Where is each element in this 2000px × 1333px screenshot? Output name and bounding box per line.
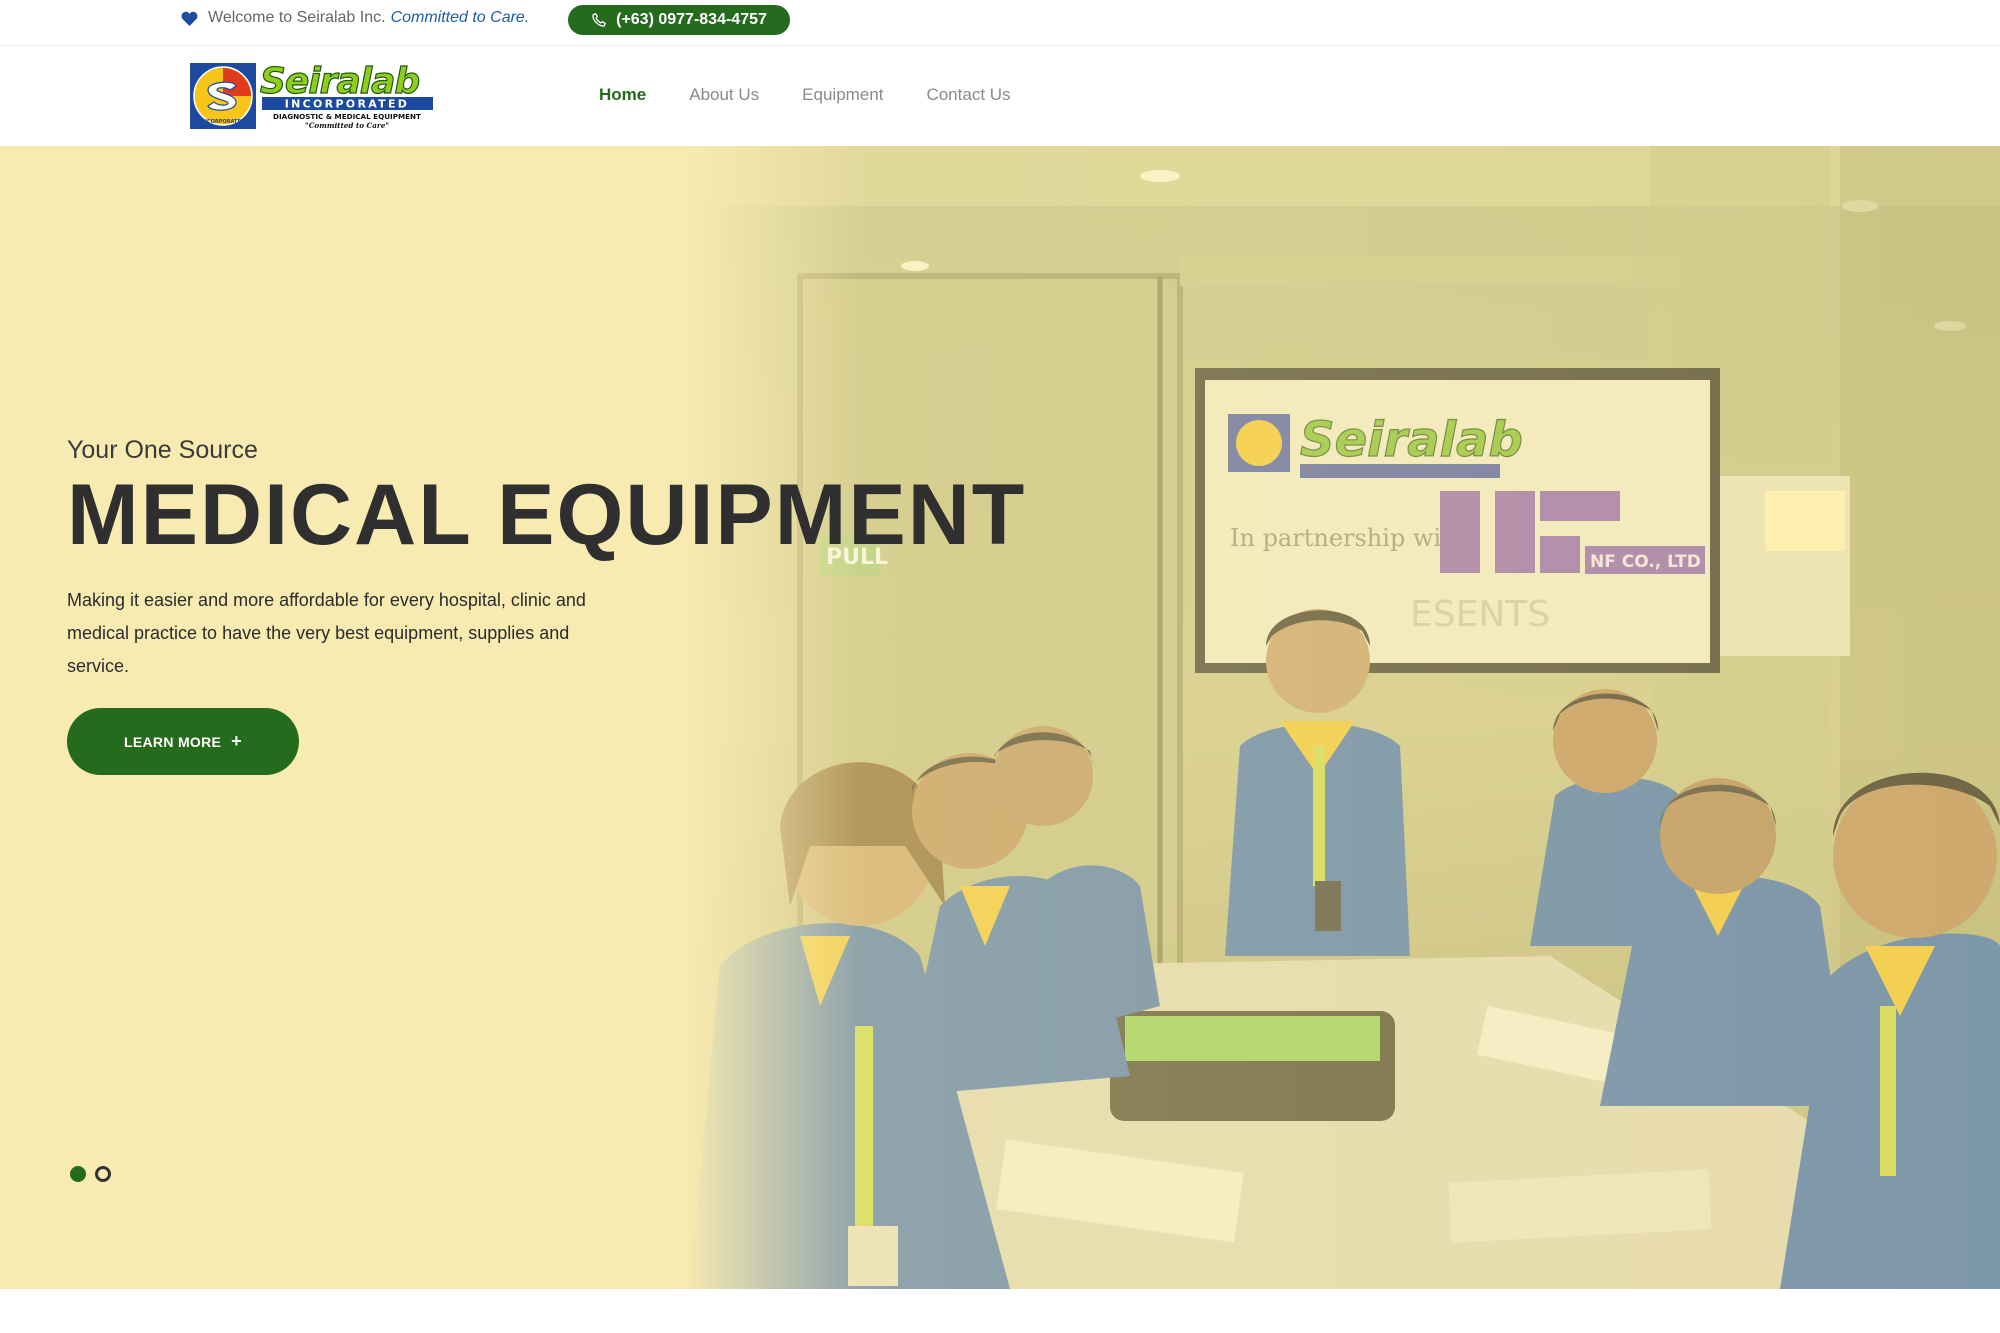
- phone-number: (+63) 0977-834-4757: [616, 11, 767, 28]
- slider-pagination: [70, 1166, 111, 1182]
- hero-lead: Making it easier and more affordable for…: [67, 590, 586, 676]
- main-nav: Home About Us Equipment Contact Us: [599, 85, 1054, 105]
- hero-headline: MEDICAL EQUIPMENT: [67, 467, 1027, 563]
- welcome-text: Welcome to Seiralab Inc.: [208, 9, 386, 26]
- svg-text:DIAGNOSTIC & MEDICAL EQUIPMENT: DIAGNOSTIC & MEDICAL EQUIPMENT: [273, 112, 421, 121]
- svg-text:INCORPORATED: INCORPORATED: [201, 119, 245, 125]
- welcome-message: Welcome to Seiralab Inc. Committed to Ca…: [181, 8, 529, 28]
- seiralab-logo[interactable]: INCORPORATED Seiralab INCORPORATED DIAGN…: [190, 62, 435, 132]
- site-header: INCORPORATED Seiralab INCORPORATED DIAGN…: [0, 47, 2000, 146]
- heart-icon: [181, 11, 198, 26]
- nav-about-us[interactable]: About Us: [689, 85, 759, 105]
- svg-text:Seiralab: Seiralab: [260, 62, 419, 102]
- nav-equipment[interactable]: Equipment: [802, 85, 883, 105]
- tagline: Committed to Care.: [390, 9, 530, 26]
- learn-more-button[interactable]: LEARN MORE +: [67, 708, 299, 775]
- slide-dot-1[interactable]: [70, 1166, 86, 1182]
- svg-text:"Committed to Care": "Committed to Care": [305, 121, 389, 130]
- phone-icon: [592, 13, 607, 27]
- nav-contact-us[interactable]: Contact Us: [926, 85, 1010, 105]
- plus-icon: +: [231, 731, 242, 751]
- phone-button[interactable]: (+63) 0977-834-4757: [568, 5, 790, 35]
- top-bar: Welcome to Seiralab Inc. Committed to Ca…: [0, 0, 2000, 46]
- hero-kicker: Your One Source: [67, 436, 258, 464]
- learn-more-label: LEARN MORE: [124, 733, 222, 750]
- hero-slider: Seiralab In partnership with NF CO., LTD…: [0, 146, 2000, 1289]
- svg-text:INCORPORATED: INCORPORATED: [285, 98, 409, 111]
- nav-home[interactable]: Home: [599, 85, 646, 105]
- slide-dot-2[interactable]: [95, 1166, 111, 1182]
- team-photo: Seiralab In partnership with NF CO., LTD…: [0, 146, 2000, 1289]
